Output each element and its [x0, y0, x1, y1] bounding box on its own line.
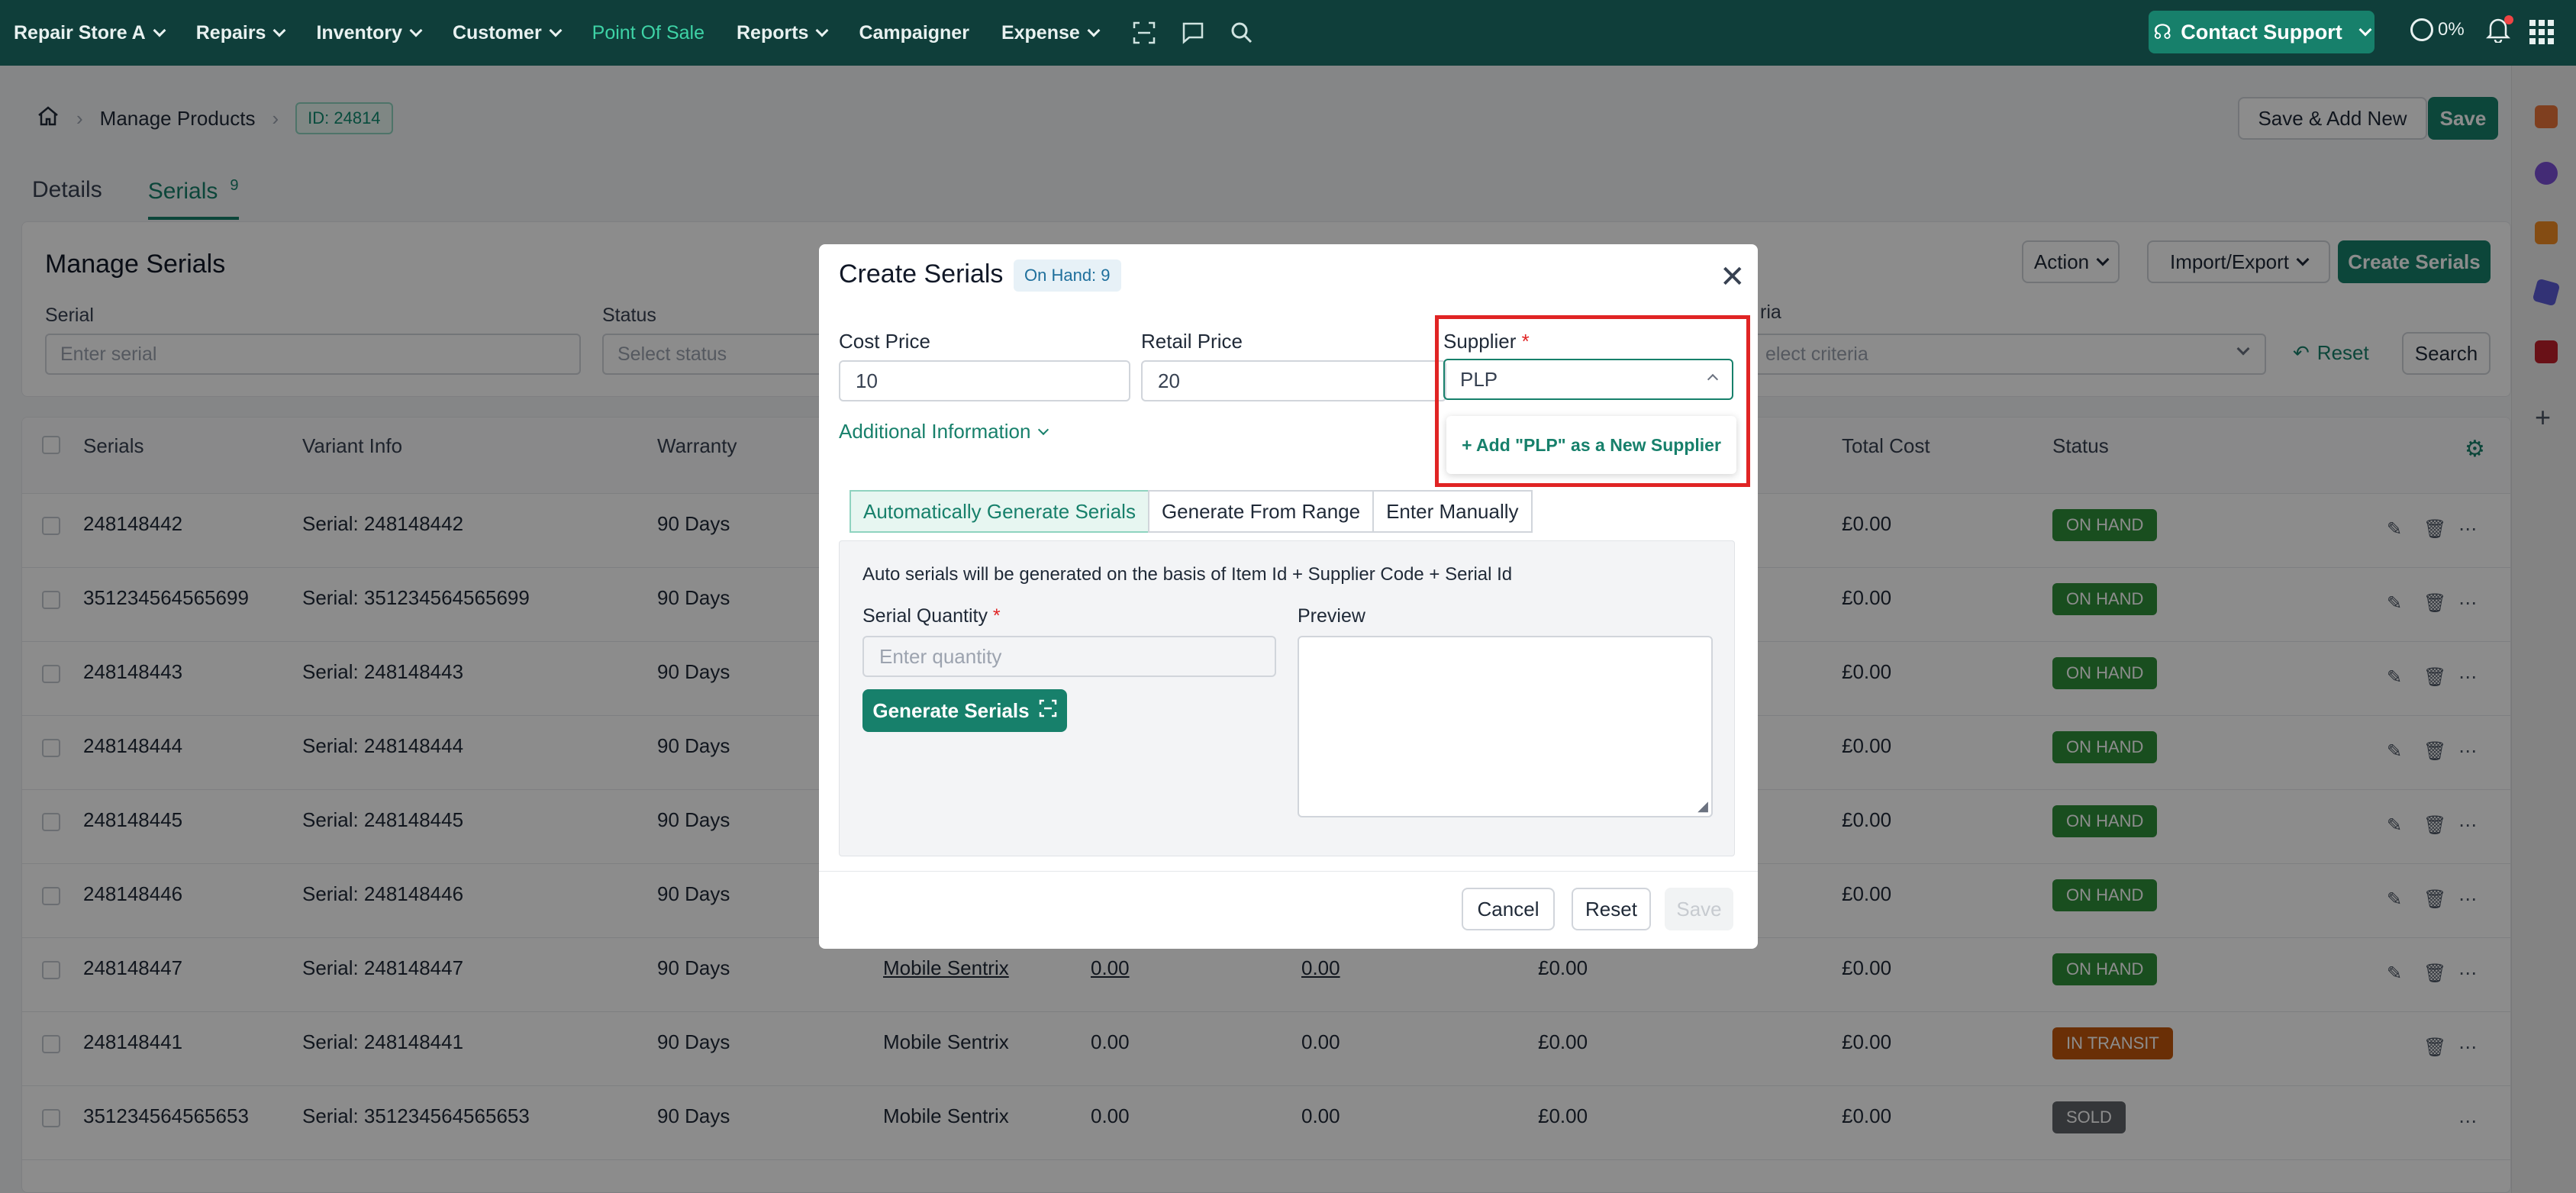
contact-support-label: Contact Support	[2181, 20, 2342, 44]
required-mark: *	[992, 605, 1001, 627]
chat-icon[interactable]	[1179, 19, 1207, 47]
progress-indicator[interactable]: 0%	[2410, 18, 2465, 41]
retail-price-input[interactable]: 20	[1141, 360, 1446, 401]
notification-bell-icon[interactable]	[2485, 15, 2513, 48]
serial-quantity-label-text: Serial Quantity	[862, 605, 988, 627]
nav-item-expense[interactable]: Expense	[1001, 21, 1101, 44]
modal-title: Create Serials	[839, 260, 1004, 289]
chevron-down-icon	[549, 24, 563, 37]
nav-item-label: Repairs	[195, 21, 266, 44]
additional-information-label: Additional Information	[839, 420, 1031, 443]
nav-item-label: Expense	[1001, 21, 1080, 44]
auto-serials-description: Auto serials will be generated on the ba…	[862, 564, 1513, 585]
nav-item-label: Point Of Sale	[592, 21, 704, 44]
nav-item-repair-store-a[interactable]: Repair Store A	[14, 21, 166, 44]
generate-serials-label: Generate Serials	[872, 698, 1030, 722]
progress-ring-icon	[2410, 18, 2433, 41]
chevron-down-icon	[2358, 23, 2372, 37]
serial-quantity-label: Serial Quantity *	[862, 605, 1001, 627]
additional-information-toggle[interactable]: Additional Information	[839, 420, 1049, 443]
search-icon[interactable]	[1228, 19, 1256, 47]
reset-button[interactable]: Reset	[1572, 888, 1651, 930]
chevron-down-icon	[272, 24, 286, 37]
scan-icon[interactable]	[1130, 19, 1158, 47]
tab-generate-from-range[interactable]: Generate From Range	[1147, 490, 1375, 533]
generate-serials-button[interactable]: Generate Serials	[862, 689, 1067, 732]
generation-mode-tabs: Automatically Generate Serials Generate …	[850, 490, 1533, 533]
chevron-down-icon	[409, 24, 423, 37]
chevron-down-icon	[153, 24, 166, 37]
nav-item-label: Campaigner	[859, 21, 969, 44]
progress-value: 0%	[2438, 19, 2465, 40]
on-hand-badge: On Hand: 9	[1014, 260, 1121, 292]
preview-textarea[interactable]: ◢	[1298, 636, 1713, 817]
nav-item-point-of-sale[interactable]: Point Of Sale	[592, 22, 704, 44]
nav-item-repairs[interactable]: Repairs	[195, 21, 286, 44]
tab-automatically-generate[interactable]: Automatically Generate Serials	[850, 490, 1149, 533]
nav-item-label: Repair Store A	[14, 21, 146, 44]
serial-quantity-input[interactable]: Enter quantity	[862, 636, 1276, 677]
preview-label: Preview	[1298, 605, 1365, 627]
retail-price-label: Retail Price	[1141, 330, 1243, 353]
notification-dot	[2504, 15, 2513, 24]
modal-footer-divider	[819, 871, 1758, 872]
nav-item-label: Inventory	[316, 21, 402, 44]
nav-item-inventory[interactable]: Inventory	[316, 21, 423, 44]
auto-generate-panel: Auto serials will be generated on the ba…	[839, 540, 1735, 856]
modal-save-button[interactable]: Save	[1665, 888, 1733, 930]
chevron-down-icon	[1038, 424, 1049, 435]
tab-enter-manually[interactable]: Enter Manually	[1372, 490, 1533, 533]
nav-item-customer[interactable]: Customer	[452, 21, 563, 44]
chevron-down-icon	[815, 24, 829, 37]
nav-menu: Repair Store A Repairs Inventory Customer Po…	[14, 22, 1130, 44]
contact-support-button[interactable]: ☊ Contact Support	[2149, 11, 2374, 53]
apps-grid-icon[interactable]	[2529, 20, 2554, 44]
nav-item-campaigner[interactable]: Campaigner	[859, 22, 969, 44]
resize-handle-icon[interactable]: ◢	[1697, 798, 1708, 814]
headset-icon: ☊	[2153, 20, 2172, 44]
scan-icon	[1039, 699, 1057, 723]
chevron-down-icon	[1087, 24, 1101, 37]
nav-item-reports[interactable]: Reports	[736, 21, 829, 44]
nav-item-label: Reports	[736, 21, 809, 44]
cost-price-label: Cost Price	[839, 330, 930, 353]
nav-item-label: Customer	[452, 21, 542, 44]
annotation-highlight-box	[1435, 315, 1750, 487]
cancel-button[interactable]: Cancel	[1462, 888, 1555, 930]
close-icon[interactable]: ✕	[1720, 260, 1746, 295]
cost-price-input[interactable]: 10	[839, 360, 1130, 401]
